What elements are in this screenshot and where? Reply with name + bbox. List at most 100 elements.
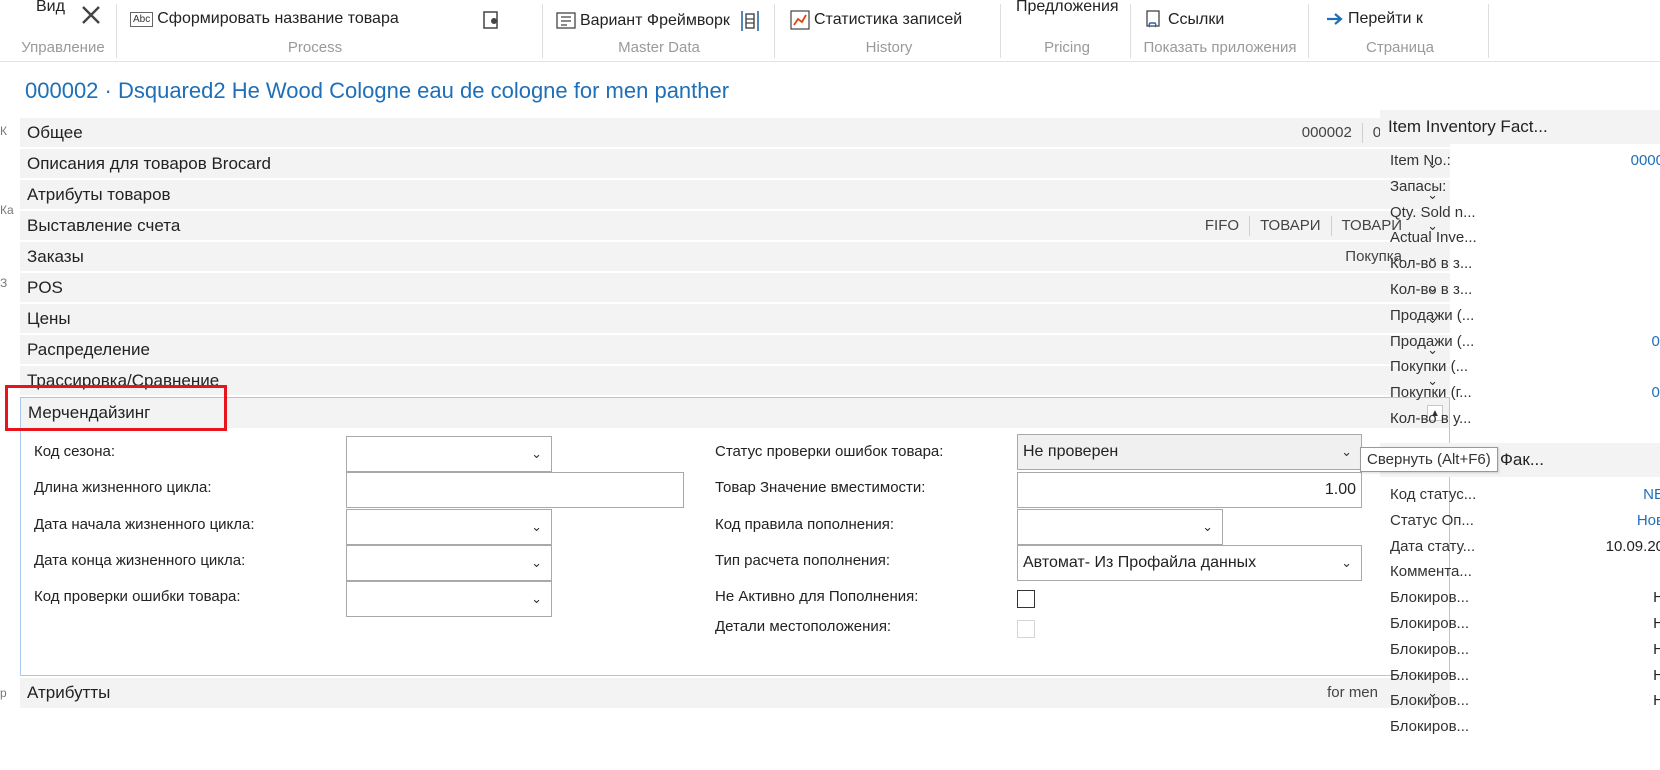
factbox-row: Кол-во в у... <box>1390 410 1660 436</box>
factbox-row: Qty. Sold n... <box>1390 204 1660 230</box>
factbox-field-value[interactable]: NE <box>1643 486 1660 503</box>
generate-item-name-button[interactable]: Abc Сформировать название товара <box>130 10 399 28</box>
abc-icon: Abc <box>130 11 154 27</box>
lifecycle-length-input[interactable] <box>346 472 684 508</box>
factbox-field-label: Блокиров... <box>1390 589 1470 607</box>
factbox-field-label: Покупки (г... <box>1390 384 1472 402</box>
factbox-field-value[interactable]: 10.09.20 <box>1606 538 1660 555</box>
tab-label: POS <box>27 277 63 297</box>
summary-value: 000002 <box>1301 123 1352 141</box>
variant-grid-icon <box>556 12 576 30</box>
factbox-field-value[interactable]: Н <box>1653 667 1660 684</box>
ribbon-group-show-attached: Ссылки Показать приложения <box>1134 0 1306 62</box>
lifecycle-start-date-select[interactable]: ⌄ <box>346 509 552 545</box>
tab-tracing-comparison[interactable]: Трассировка/Сравнение ⌄ <box>20 366 1450 397</box>
tab-orders[interactable]: Заказы Покупка ⌄ <box>20 242 1450 273</box>
ribbon-separator <box>542 4 543 58</box>
tab-merchandising[interactable]: Мерчендайзинг ▲ <box>20 397 1450 428</box>
ribbon-group-pricing: Предложения Pricing <box>1004 0 1130 62</box>
factbox-field-label: Покупки (... <box>1390 358 1469 376</box>
factbox-row: Покупки (... <box>1390 358 1660 384</box>
fasttabs: Общее 000002 0.00 ⌄ Описания для товаров… <box>20 118 1450 710</box>
location-details-label: Детали местоположения: <box>715 618 892 635</box>
go-to-button[interactable]: Перейти к <box>1326 10 1423 28</box>
factbox-field-label: Запасы: <box>1390 177 1447 195</box>
factbox-field-value[interactable]: 0000 <box>1631 152 1660 169</box>
tab-label: Общее <box>27 122 83 142</box>
tab-item-attributes[interactable]: Атрибуты товаров ⌄ <box>20 180 1450 211</box>
factbox-row: Item No.: 0000 <box>1390 152 1660 178</box>
factbox-field-label: Блокиров... <box>1390 640 1470 658</box>
factbox-field-value[interactable]: 0. <box>1651 333 1660 350</box>
ribbon-group-process: Abc Сформировать название товара Process <box>120 0 540 62</box>
factbox-row: Запасы: <box>1390 178 1660 204</box>
summary-value: for men <box>1327 684 1378 701</box>
replenishment-calc-type-label: Тип расчета пополнения: <box>715 552 890 569</box>
factbox-field-label: Блокиров... <box>1390 666 1470 684</box>
group-title-master-data: Master Data <box>618 39 700 56</box>
factbox-pane: Item Inventory Fact... Item No.: 0000 Запа… <box>1380 110 1660 770</box>
tab-distribution[interactable]: Распределение ⌄ <box>20 335 1450 366</box>
tab-brocard-descriptions[interactable]: Описания для товаров Brocard ⌄ <box>20 149 1450 180</box>
left-strip-text: Ка <box>0 203 14 217</box>
factbox-field-value[interactable]: Н <box>1653 615 1660 632</box>
delete-button[interactable] <box>80 4 102 26</box>
factbox-field-label: Actual Inve... <box>1390 229 1477 247</box>
factbox-row: Блокиров... Н <box>1390 641 1660 667</box>
factbox-field-label: Кол-во в з... <box>1390 281 1473 298</box>
ribbon: Вид Управление Abc Сформировать название… <box>0 0 1660 62</box>
lifecycle-end-date-select[interactable]: ⌄ <box>346 545 552 581</box>
factbox-row: Кол-во в з... <box>1390 255 1660 281</box>
factbox-row: Блокиров... Н <box>1390 692 1660 718</box>
tab-attributes-extra[interactable]: Атрибутты for men ⌄ <box>20 678 1450 710</box>
factbox-field-value[interactable]: Н <box>1653 692 1660 709</box>
factbox-row: Статус Оп... Нов <box>1390 512 1660 538</box>
tab-label: Распределение <box>27 339 150 359</box>
tab-prices[interactable]: Цены ⌄ <box>20 304 1450 335</box>
not-active-for-replenishment-label: Не Активно для Пополнения: <box>715 588 919 605</box>
lifecycle-length-label: Длина жизненного цикла: <box>34 479 212 496</box>
factbox-field-value[interactable]: Н <box>1653 589 1660 606</box>
variant-framework-button[interactable]: Вариант Фреймворк <box>556 10 760 32</box>
chevron-down-icon: ⌄ <box>1341 555 1352 570</box>
links-label: Ссылки <box>1168 11 1225 28</box>
tab-general[interactable]: Общее 000002 0.00 ⌄ <box>20 118 1450 149</box>
factbox-field-value[interactable]: Нов <box>1637 512 1660 529</box>
collapse-tooltip: Свернуть (Alt+F6) <box>1360 447 1498 472</box>
factbox-field-value[interactable]: 0. <box>1651 384 1660 401</box>
location-details-checkbox <box>1017 620 1035 638</box>
factbox-row: Коммента... <box>1390 563 1660 589</box>
item-capacity-value: 1.00 <box>1324 481 1356 498</box>
season-code-select[interactable]: ⌄ <box>346 436 552 472</box>
item-inventory-factbox-title[interactable]: Item Inventory Fact... <box>1380 110 1660 144</box>
merchandising-panel: Код сезона: ⌄ Длина жизненного цикла: Да… <box>20 428 1450 676</box>
lifecycle-start-date-label: Дата начала жизненного цикла: <box>34 516 255 533</box>
ribbon-separator <box>1000 4 1001 58</box>
replenishment-rule-code-select[interactable]: ⌄ <box>1017 509 1223 545</box>
item-error-status-select[interactable]: Не проверен ⌄ <box>1017 434 1362 470</box>
offers-button[interactable]: Предложения <box>1016 0 1119 16</box>
factbox-row: Actual Inve... <box>1390 229 1660 255</box>
view-button[interactable]: Вид <box>36 0 65 16</box>
group-title-page: Страница <box>1366 39 1434 56</box>
offers-label: Предложения <box>1016 0 1119 15</box>
tab-label: Цены <box>27 308 71 328</box>
tab-pos[interactable]: POS ⌄ <box>20 273 1450 304</box>
factbox-row: Дата стату... 10.09.20 <box>1390 538 1660 564</box>
factbox-field-label: Qty. Sold n... <box>1390 203 1476 221</box>
ribbon-separator <box>1488 4 1489 58</box>
replenishment-calc-type-select[interactable]: Автомат- Из Профайла данных ⌄ <box>1017 545 1362 581</box>
group-title-pricing: Pricing <box>1044 39 1090 56</box>
record-statistics-button[interactable]: Статистика записей <box>790 10 962 30</box>
tab-invoicing[interactable]: Выставление счета FIFO ТОВАРИ ТОВАРИ ⌄ <box>20 211 1450 242</box>
factbox-row: Покупки (г... 0. <box>1390 384 1660 410</box>
factbox-field-value[interactable]: Н <box>1653 641 1660 658</box>
links-button[interactable]: Ссылки <box>1144 10 1224 30</box>
chevron-down-icon: ⌄ <box>531 555 542 570</box>
tab-label: Атрибуты товаров <box>27 184 171 204</box>
item-error-check-code-select[interactable]: ⌄ <box>346 581 552 617</box>
replenishment-rule-code-label: Код правила пополнения: <box>715 516 895 533</box>
item-capacity-value-input[interactable]: 1.00 <box>1017 472 1362 508</box>
not-active-for-replenishment-checkbox[interactable] <box>1017 590 1035 608</box>
process-action-button[interactable] <box>482 10 502 30</box>
